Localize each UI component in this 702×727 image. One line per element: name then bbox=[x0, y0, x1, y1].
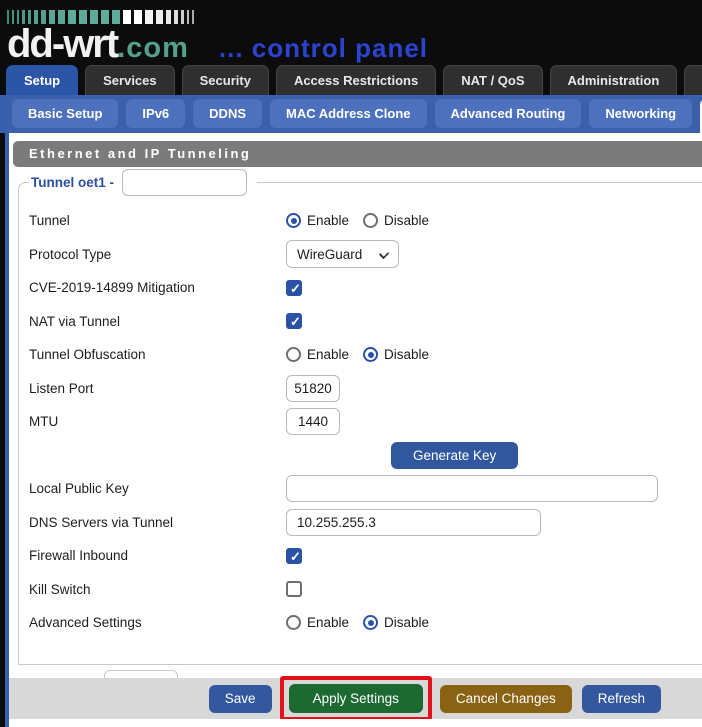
tunnel-enable-label: Enable bbox=[307, 213, 349, 228]
row-advanced-settings: Advanced Settings Enable Disable bbox=[29, 606, 702, 640]
tab-status[interactable]: Status bbox=[684, 65, 702, 95]
section-title: Ethernet and IP Tunneling bbox=[13, 141, 702, 167]
cancel-changes-button[interactable]: Cancel Changes bbox=[440, 685, 572, 713]
form-rows: Tunnel Enable Disable Protocol Type Wire… bbox=[29, 198, 702, 640]
row-protocol-type: Protocol Type WireGuard bbox=[29, 238, 702, 272]
brand-tagline: ... control panel bbox=[219, 33, 428, 63]
row-cve-mitigation: CVE-2019-14899 Mitigation bbox=[29, 271, 702, 305]
tab-security[interactable]: Security bbox=[182, 65, 269, 95]
row-tunnel: Tunnel Enable Disable bbox=[29, 204, 702, 238]
firewall-inbound-label: Firewall Inbound bbox=[29, 548, 286, 563]
brand: dd-wrt.com ... control panel bbox=[7, 22, 428, 63]
advanced-enable-label: Enable bbox=[307, 615, 349, 630]
tunnel-label: Tunnel bbox=[29, 213, 286, 228]
tab-administration[interactable]: Administration bbox=[550, 65, 678, 95]
row-dns-servers: DNS Servers via Tunnel bbox=[29, 506, 702, 540]
obfuscation-disable-label: Disable bbox=[384, 347, 429, 362]
tunnel-disable-radio[interactable] bbox=[363, 213, 378, 228]
row-generate-key: Generate Key bbox=[29, 439, 702, 473]
protocol-type-value: WireGuard bbox=[297, 247, 362, 262]
kill-switch-label: Kill Switch bbox=[29, 582, 286, 597]
bottom-margin bbox=[0, 719, 702, 727]
tab-nat-qos[interactable]: NAT / QoS bbox=[443, 65, 542, 95]
row-listen-port: Listen Port bbox=[29, 372, 702, 406]
nat-via-tunnel-checkbox[interactable] bbox=[286, 313, 302, 329]
advanced-settings-label: Advanced Settings bbox=[29, 615, 286, 630]
main-tab-bar: Setup Services Security Access Restricti… bbox=[0, 63, 702, 95]
tunnel-fieldset: Tunnel oet1 - Tunnel Enable Disable Prot… bbox=[18, 169, 702, 665]
row-nat-via-tunnel: NAT via Tunnel bbox=[29, 305, 702, 339]
mtu-input[interactable] bbox=[286, 408, 340, 435]
tunnel-obfuscation-label: Tunnel Obfuscation bbox=[29, 347, 286, 362]
row-tunnel-obfuscation: Tunnel Obfuscation Enable Disable bbox=[29, 338, 702, 372]
content-area: Ethernet and IP Tunneling Tunnel oet1 - … bbox=[0, 133, 702, 727]
tunnel-name-input[interactable] bbox=[122, 169, 247, 196]
apply-settings-highlight-box: Apply Settings bbox=[280, 676, 432, 721]
subtab-advanced-routing[interactable]: Advanced Routing bbox=[435, 99, 582, 128]
advanced-disable-label: Disable bbox=[384, 615, 429, 630]
cve-mitigation-checkbox[interactable] bbox=[286, 280, 302, 296]
row-firewall-inbound: Firewall Inbound bbox=[29, 539, 702, 573]
subtab-basic-setup[interactable]: Basic Setup bbox=[12, 99, 118, 128]
protocol-type-label: Protocol Type bbox=[29, 247, 286, 262]
tab-access-restrictions[interactable]: Access Restrictions bbox=[276, 65, 436, 95]
tab-setup[interactable]: Setup bbox=[6, 65, 78, 95]
local-public-key-input[interactable] bbox=[286, 475, 658, 502]
apply-settings-button[interactable]: Apply Settings bbox=[289, 684, 423, 713]
tunnel-legend-label: Tunnel oet1 - bbox=[31, 175, 114, 190]
brand-tld: .com bbox=[117, 32, 189, 63]
cve-mitigation-label: CVE-2019-14899 Mitigation bbox=[29, 280, 286, 295]
row-local-public-key: Local Public Key bbox=[29, 472, 702, 506]
chevron-down-icon bbox=[379, 249, 389, 259]
brand-name: dd-wrt bbox=[7, 22, 117, 63]
footer-action-bar: Save Apply Settings Cancel Changes Refre… bbox=[0, 678, 702, 719]
advanced-disable-radio[interactable] bbox=[363, 615, 378, 630]
dns-servers-label: DNS Servers via Tunnel bbox=[29, 515, 286, 530]
sub-tab-bar: Basic Setup IPv6 DDNS MAC Address Clone … bbox=[0, 95, 702, 133]
local-public-key-label: Local Public Key bbox=[29, 481, 286, 496]
protocol-type-select[interactable]: WireGuard bbox=[286, 240, 399, 268]
dd-wrt-control-panel: dd-wrt.com ... control panel Setup Servic… bbox=[0, 0, 702, 727]
tunnel-legend: Tunnel oet1 - bbox=[29, 169, 257, 196]
subtab-mac-address-clone[interactable]: MAC Address Clone bbox=[270, 99, 426, 128]
nat-via-tunnel-label: NAT via Tunnel bbox=[29, 314, 286, 329]
firewall-inbound-checkbox[interactable] bbox=[286, 548, 302, 564]
page-left-border bbox=[0, 133, 9, 727]
obfuscation-disable-radio[interactable] bbox=[363, 347, 378, 362]
tab-services[interactable]: Services bbox=[85, 65, 175, 95]
obfuscation-enable-radio[interactable] bbox=[286, 347, 301, 362]
generate-key-button[interactable]: Generate Key bbox=[391, 442, 518, 469]
listen-port-input[interactable] bbox=[286, 375, 340, 402]
row-mtu: MTU bbox=[29, 405, 702, 439]
advanced-enable-radio[interactable] bbox=[286, 615, 301, 630]
refresh-button[interactable]: Refresh bbox=[582, 685, 661, 713]
subtab-ddns[interactable]: DDNS bbox=[193, 99, 262, 128]
kill-switch-checkbox[interactable] bbox=[286, 581, 302, 597]
tunnel-disable-label: Disable bbox=[384, 213, 429, 228]
dns-servers-input[interactable] bbox=[286, 509, 541, 536]
mtu-label: MTU bbox=[29, 414, 286, 429]
subtab-networking[interactable]: Networking bbox=[589, 99, 692, 128]
subtab-ipv6[interactable]: IPv6 bbox=[126, 99, 185, 128]
save-button[interactable]: Save bbox=[209, 685, 272, 713]
obfuscation-enable-label: Enable bbox=[307, 347, 349, 362]
row-kill-switch: Kill Switch bbox=[29, 573, 702, 607]
tunnel-enable-radio[interactable] bbox=[286, 213, 301, 228]
listen-port-label: Listen Port bbox=[29, 381, 286, 396]
header: dd-wrt.com ... control panel bbox=[0, 0, 702, 63]
